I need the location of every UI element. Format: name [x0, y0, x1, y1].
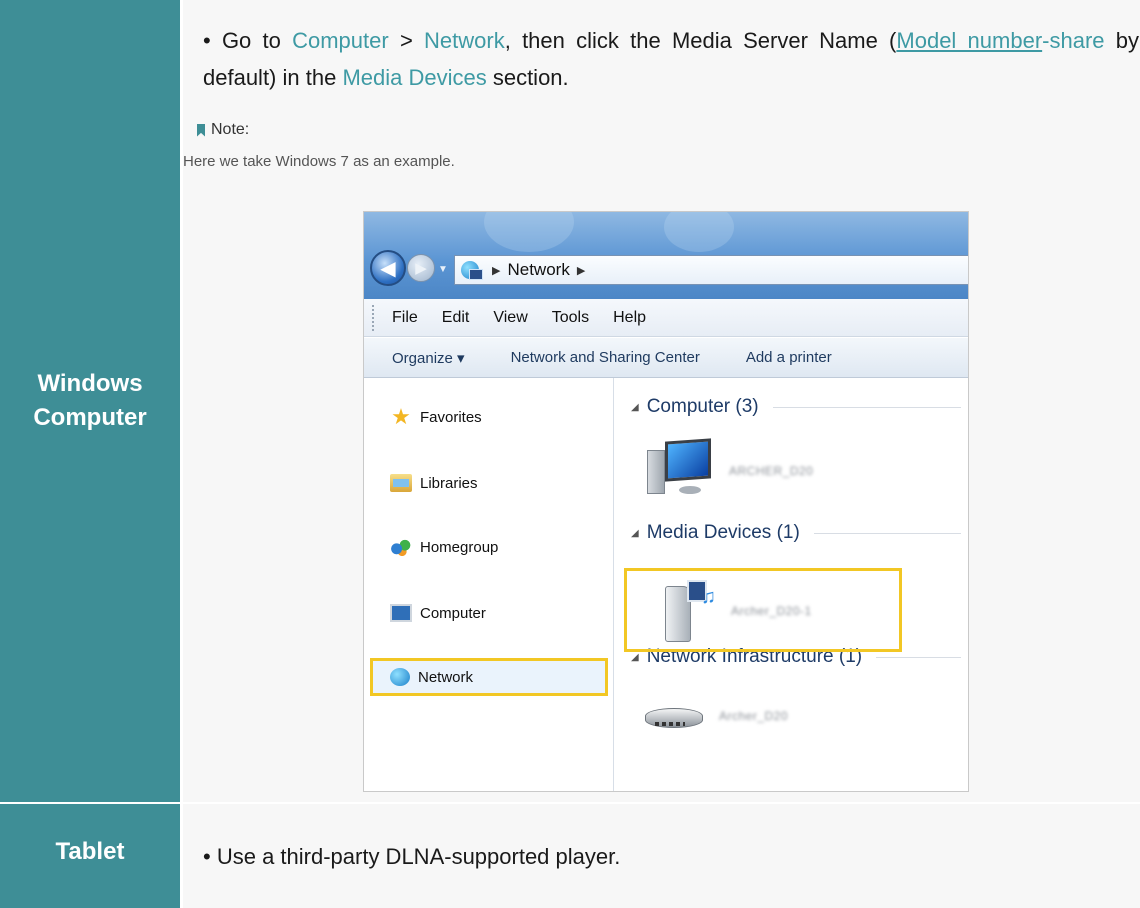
collapse-triangle-icon[interactable]: ◢ [631, 528, 639, 539]
address-crumb[interactable]: Network [507, 260, 569, 280]
collapse-triangle-icon[interactable]: ◢ [631, 402, 639, 413]
tablet-label: Tablet [55, 838, 125, 865]
menu-bar: File Edit View Tools Help [364, 299, 968, 337]
note-text: Here we take Windows 7 as an example. [183, 153, 455, 170]
network-icon [390, 668, 410, 686]
nav-item-libraries[interactable]: Libraries [370, 464, 608, 502]
breadcrumb-arrow-icon[interactable]: ▶ [577, 264, 585, 277]
instruction-text: , then click the Media Server Name ( [504, 28, 897, 53]
libraries-icon [390, 474, 412, 492]
share-suffix: -share [1042, 28, 1105, 53]
collapse-triangle-icon[interactable]: ◢ [631, 652, 639, 663]
address-bar[interactable]: ▶ Network ▶ [454, 255, 968, 285]
menu-help[interactable]: Help [613, 309, 646, 327]
tablet-row: Tablet • Use a third-party DLNA-supporte… [0, 804, 1140, 908]
instruction-text: section. [486, 65, 569, 90]
network-sharing-center-button[interactable]: Network and Sharing Center [511, 349, 700, 366]
nav-item-label: Network [418, 668, 474, 686]
forward-arrow-icon[interactable]: ▶ [407, 254, 435, 282]
windows-instruction: • Go to Computer > Network, then click t… [203, 28, 1139, 90]
menu-file[interactable]: File [392, 309, 418, 327]
group-divider [772, 406, 961, 408]
network-link[interactable]: Network [424, 28, 505, 53]
command-bar: Organize ▾ Network and Sharing Center Ad… [364, 338, 968, 378]
back-arrow-icon[interactable]: ◀ [370, 250, 406, 286]
nav-item-network[interactable]: Network [370, 658, 608, 696]
bookmark-icon [197, 123, 205, 137]
aero-decoration [664, 212, 734, 252]
device-name: Archer_D20 [719, 709, 789, 723]
tablet-instruction-text: Use a third-party DLNA-supported player. [216, 844, 621, 869]
media-device-highlight-box [624, 568, 902, 652]
router-device-item[interactable]: Archer_D20 [645, 702, 788, 730]
organize-button[interactable]: Organize ▾ [392, 349, 465, 367]
computer-icon [390, 604, 412, 622]
windows-label-cell: Windows Computer [0, 0, 180, 802]
network-globe-icon [461, 261, 483, 280]
explorer-titlebar: ◀ ▶ ▼ ▶ Network ▶ [364, 212, 968, 299]
model-number-link[interactable]: Model number [896, 28, 1042, 53]
nav-item-computer[interactable]: Computer [370, 594, 608, 632]
menu-tools[interactable]: Tools [552, 309, 589, 327]
breadcrumb-arrow-icon[interactable]: ▶ [492, 264, 500, 277]
nav-item-label: Libraries [420, 474, 478, 492]
windows-label: Windows Computer [33, 370, 147, 431]
nav-item-label: Homegroup [420, 538, 499, 556]
add-printer-button[interactable]: Add a printer [746, 349, 832, 366]
windows-explorer-screenshot: ◀ ▶ ▼ ▶ Network ▶ File Edit View Tools H… [363, 211, 969, 792]
windows-row: Windows Computer • Go to Computer > Netw… [0, 0, 1140, 802]
navigation-pane: ★ Favorites Libraries Homegroup Computer [364, 378, 614, 791]
star-icon: ★ [391, 404, 411, 429]
menu-view[interactable]: View [493, 309, 527, 327]
computer-device-item[interactable]: ARCHER_D20 [645, 438, 814, 502]
aero-decoration [484, 212, 574, 252]
menu-edit[interactable]: Edit [442, 309, 470, 327]
computer-icon [645, 438, 715, 502]
tablet-instruction: • Use a third-party DLNA-supported playe… [203, 844, 621, 869]
group-header-media-devices[interactable]: ◢ Media Devices (1) [631, 522, 961, 544]
computer-link[interactable]: Computer [292, 28, 389, 53]
toolbar-grip [372, 305, 375, 331]
tablet-label-cell: Tablet [0, 804, 180, 908]
note-label-text: Note: [211, 121, 250, 138]
group-header-computer[interactable]: ◢ Computer (3) [631, 396, 961, 418]
device-name: ARCHER_D20 [729, 464, 814, 478]
instruction-text: Go to [221, 28, 293, 53]
group-title: Computer (3) [646, 396, 759, 417]
windows-content-cell: • Go to Computer > Network, then click t… [183, 0, 1140, 802]
nav-item-label: Computer [420, 604, 486, 622]
nav-item-favorites[interactable]: ★ Favorites [370, 398, 608, 436]
group-title: Media Devices (1) [646, 522, 800, 543]
tablet-content-cell: • Use a third-party DLNA-supported playe… [183, 804, 1140, 908]
nav-item-homegroup[interactable]: Homegroup [370, 528, 608, 566]
nav-item-label: Favorites [420, 408, 482, 426]
instruction-text: > [388, 28, 425, 53]
media-devices-link[interactable]: Media Devices [342, 65, 486, 90]
homegroup-icon [390, 538, 412, 556]
group-divider [813, 532, 961, 534]
note-label: Note: [197, 121, 249, 139]
group-divider [876, 656, 961, 658]
recent-pages-dropdown-icon[interactable]: ▼ [438, 264, 448, 275]
router-icon [645, 702, 705, 730]
